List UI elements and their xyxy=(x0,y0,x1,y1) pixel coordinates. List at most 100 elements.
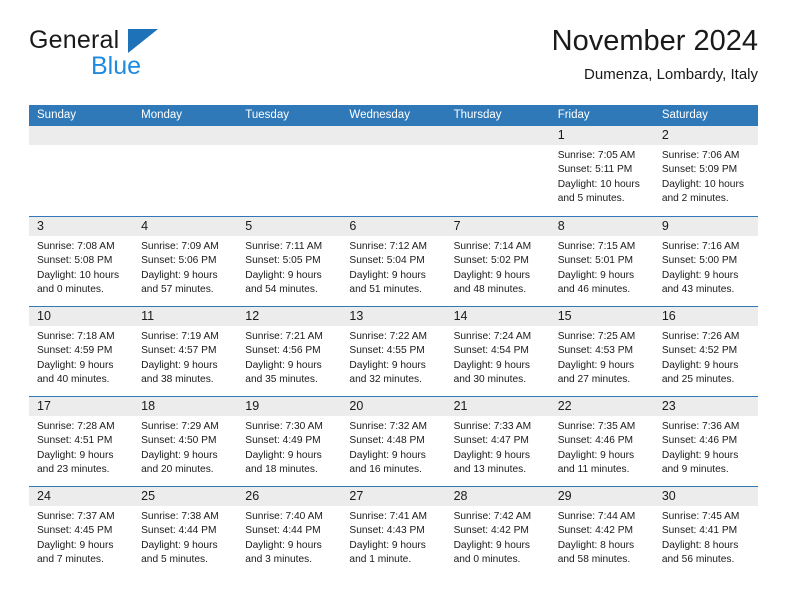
day-cell-1[interactable]: 1 Sunrise: 7:05 AM Sunset: 5:11 PM Daylight… xyxy=(549,126,654,216)
day-cell-12[interactable]: 12 Sunrise: 7:21 AM Sunset: 4:56 PM Dayligh… xyxy=(237,307,342,396)
day-detail-line: Sunset: 4:41 PM xyxy=(661,525,738,537)
day-detail-line: Sunrise: 7:40 AM xyxy=(245,511,323,522)
day-details: Sunrise: 7:33 AM Sunset: 4:47 PM Daylight:… xyxy=(446,416,550,478)
day-number: 7 xyxy=(445,217,550,236)
day-detail-line: Sunrise: 7:38 AM xyxy=(141,511,219,522)
day-cell-17[interactable]: 17 Sunrise: 7:28 AM Sunset: 4:51 PM Dayligh… xyxy=(29,397,134,486)
day-cell-27[interactable]: 27 Sunrise: 7:41 AM Sunset: 4:43 PM Dayligh… xyxy=(341,487,446,576)
day-number: 28 xyxy=(445,487,550,506)
day-cell-14[interactable]: 14 Sunrise: 7:24 AM Sunset: 4:54 PM Dayligh… xyxy=(445,307,550,396)
day-cell-4[interactable]: 4 Sunrise: 7:09 AM Sunset: 5:06 PM Daylight… xyxy=(133,217,238,306)
day-detail-line: and 46 minutes. xyxy=(557,284,631,296)
day-detail-line: Sunset: 5:06 PM xyxy=(141,255,217,267)
day-cell-15[interactable]: 15 Sunrise: 7:25 AM Sunset: 4:53 PM Dayligh… xyxy=(549,307,654,396)
day-details: Sunrise: 7:26 AM Sunset: 4:52 PM Daylight:… xyxy=(654,326,758,388)
day-details: Sunrise: 7:38 AM Sunset: 4:44 PM Daylight:… xyxy=(133,506,237,568)
day-detail-line: Sunrise: 7:19 AM xyxy=(141,331,219,342)
title-block: November 2024 Dumenza, Lombardy, Italy xyxy=(552,22,758,86)
day-detail-line: Sunset: 5:08 PM xyxy=(37,255,113,267)
day-number: 22 xyxy=(549,397,654,416)
weekday-header-row: Sunday Monday Tuesday Wednesday Thursday Frid… xyxy=(29,105,758,126)
day-cell-6[interactable]: 6 Sunrise: 7:12 AM Sunset: 5:04 PM Daylight… xyxy=(341,217,446,306)
day-detail-line: Sunset: 4:54 PM xyxy=(453,345,529,357)
day-number: 9 xyxy=(653,217,758,236)
day-details: Sunrise: 7:25 AM Sunset: 4:53 PM Daylight:… xyxy=(550,326,654,388)
day-details: Sunrise: 7:16 AM Sunset: 5:00 PM Daylight:… xyxy=(654,236,758,298)
day-details: Sunrise: 7:12 AM Sunset: 5:04 PM Daylight:… xyxy=(341,236,445,298)
day-cell-empty xyxy=(133,126,238,216)
day-detail-line: and 2 minutes. xyxy=(661,193,729,205)
day-cell-19[interactable]: 19 Sunrise: 7:30 AM Sunset: 4:49 PM Dayligh… xyxy=(237,397,342,486)
day-cell-26[interactable]: 26 Sunrise: 7:40 AM Sunset: 4:44 PM Dayligh… xyxy=(237,487,342,576)
day-cell-21[interactable]: 21 Sunrise: 7:33 AM Sunset: 4:47 PM Dayligh… xyxy=(445,397,550,486)
day-detail-line: Daylight: 9 hours xyxy=(141,269,218,281)
day-detail-line: Sunset: 5:09 PM xyxy=(661,164,738,176)
day-cell-29[interactable]: 29 Sunrise: 7:44 AM Sunset: 4:42 PM Dayligh… xyxy=(549,487,654,576)
day-details: Sunrise: 7:36 AM Sunset: 4:46 PM Daylight:… xyxy=(654,416,758,478)
day-detail-line: and 35 minutes. xyxy=(245,374,318,386)
day-cell-13[interactable]: 13 Sunrise: 7:22 AM Sunset: 4:55 PM Dayligh… xyxy=(341,307,446,396)
calendar-week-row: 10 Sunrise: 7:18 AM Sunset: 4:59 PM Dayligh… xyxy=(29,306,758,396)
calendar-week-row: 24 Sunrise: 7:37 AM Sunset: 4:45 PM Dayligh… xyxy=(29,486,758,576)
day-cell-9[interactable]: 9 Sunrise: 7:16 AM Sunset: 5:00 PM Daylight… xyxy=(653,217,758,306)
day-cell-24[interactable]: 24 Sunrise: 7:37 AM Sunset: 4:45 PM Dayligh… xyxy=(29,487,134,576)
calendar-week-row: 3 Sunrise: 7:08 AM Sunset: 5:08 PM Daylight… xyxy=(29,216,758,306)
day-detail-line: Daylight: 9 hours xyxy=(661,359,739,371)
day-details: Sunrise: 7:30 AM Sunset: 4:49 PM Daylight:… xyxy=(237,416,341,478)
day-details: Sunrise: 7:06 AM Sunset: 5:09 PM Daylight:… xyxy=(654,145,758,207)
day-detail-line: Sunset: 4:55 PM xyxy=(349,345,425,357)
day-cell-25[interactable]: 25 Sunrise: 7:38 AM Sunset: 4:44 PM Dayligh… xyxy=(133,487,238,576)
day-detail-line: and 9 minutes. xyxy=(661,464,729,476)
day-number: 27 xyxy=(341,487,446,506)
day-detail-line: Sunset: 5:05 PM xyxy=(245,255,321,267)
day-detail-line: Daylight: 9 hours xyxy=(245,269,322,281)
day-details: Sunrise: 7:18 AM Sunset: 4:59 PM Daylight:… xyxy=(29,326,133,388)
day-detail-line: Sunset: 4:56 PM xyxy=(245,345,321,357)
day-detail-line: Sunrise: 7:18 AM xyxy=(37,331,115,342)
day-cell-3[interactable]: 3 Sunrise: 7:08 AM Sunset: 5:08 PM Daylight… xyxy=(29,217,134,306)
day-cell-16[interactable]: 16 Sunrise: 7:26 AM Sunset: 4:52 PM Dayligh… xyxy=(653,307,758,396)
day-detail-line: and 25 minutes. xyxy=(661,374,735,386)
day-cell-28[interactable]: 28 Sunrise: 7:42 AM Sunset: 4:42 PM Dayligh… xyxy=(445,487,550,576)
day-number xyxy=(341,126,446,145)
day-detail-line: Sunset: 4:48 PM xyxy=(349,435,425,447)
day-cell-20[interactable]: 20 Sunrise: 7:32 AM Sunset: 4:48 PM Dayligh… xyxy=(341,397,446,486)
triangle-logo-icon xyxy=(128,29,158,53)
day-detail-line: Daylight: 10 hours xyxy=(37,269,120,281)
day-detail-line: Sunrise: 7:26 AM xyxy=(661,331,740,342)
day-cell-8[interactable]: 8 Sunrise: 7:15 AM Sunset: 5:01 PM Daylight… xyxy=(549,217,654,306)
day-cell-22[interactable]: 22 Sunrise: 7:35 AM Sunset: 4:46 PM Dayligh… xyxy=(549,397,654,486)
day-cell-18[interactable]: 18 Sunrise: 7:29 AM Sunset: 4:50 PM Dayligh… xyxy=(133,397,238,486)
day-cell-10[interactable]: 10 Sunrise: 7:18 AM Sunset: 4:59 PM Dayligh… xyxy=(29,307,134,396)
day-number: 8 xyxy=(549,217,654,236)
day-detail-line: Sunset: 4:44 PM xyxy=(141,525,217,537)
day-detail-line: Daylight: 9 hours xyxy=(245,359,322,371)
day-cell-2[interactable]: 2 Sunrise: 7:06 AM Sunset: 5:09 PM Daylight… xyxy=(653,126,758,216)
day-detail-line: Daylight: 8 hours xyxy=(557,539,635,551)
brand-logo[interactable]: General Blue xyxy=(29,26,259,90)
day-number: 29 xyxy=(549,487,654,506)
day-detail-line: Sunrise: 7:35 AM xyxy=(557,421,636,432)
day-number: 20 xyxy=(341,397,446,416)
day-detail-line: Daylight: 9 hours xyxy=(349,269,426,281)
day-detail-line: and 57 minutes. xyxy=(141,284,214,296)
day-number: 2 xyxy=(653,126,758,145)
weekday-header-friday: Friday xyxy=(557,109,590,121)
day-cell-7[interactable]: 7 Sunrise: 7:14 AM Sunset: 5:02 PM Daylight… xyxy=(445,217,550,306)
day-cell-30[interactable]: 30 Sunrise: 7:45 AM Sunset: 4:41 PM Dayligh… xyxy=(653,487,758,576)
day-details: Sunrise: 7:24 AM Sunset: 4:54 PM Daylight:… xyxy=(446,326,550,388)
day-detail-line: Daylight: 10 hours xyxy=(661,178,744,190)
day-cell-5[interactable]: 5 Sunrise: 7:11 AM Sunset: 5:05 PM Daylight… xyxy=(237,217,342,306)
weekday-header-saturday: Saturday xyxy=(661,109,708,121)
day-detail-line: Daylight: 9 hours xyxy=(661,449,739,461)
day-detail-line: Sunset: 5:04 PM xyxy=(349,255,425,267)
day-cell-11[interactable]: 11 Sunrise: 7:19 AM Sunset: 4:57 PM Dayligh… xyxy=(133,307,238,396)
day-details: Sunrise: 7:35 AM Sunset: 4:46 PM Daylight:… xyxy=(550,416,654,478)
day-cell-23[interactable]: 23 Sunrise: 7:36 AM Sunset: 4:46 PM Dayligh… xyxy=(653,397,758,486)
day-detail-line: Daylight: 9 hours xyxy=(37,449,114,461)
day-detail-line: Daylight: 9 hours xyxy=(349,449,426,461)
day-number xyxy=(133,126,238,145)
day-number: 17 xyxy=(29,397,134,416)
day-detail-line: Sunrise: 7:28 AM xyxy=(37,421,115,432)
calendar-week-row: 1 Sunrise: 7:05 AM Sunset: 5:11 PM Daylight… xyxy=(29,126,758,216)
